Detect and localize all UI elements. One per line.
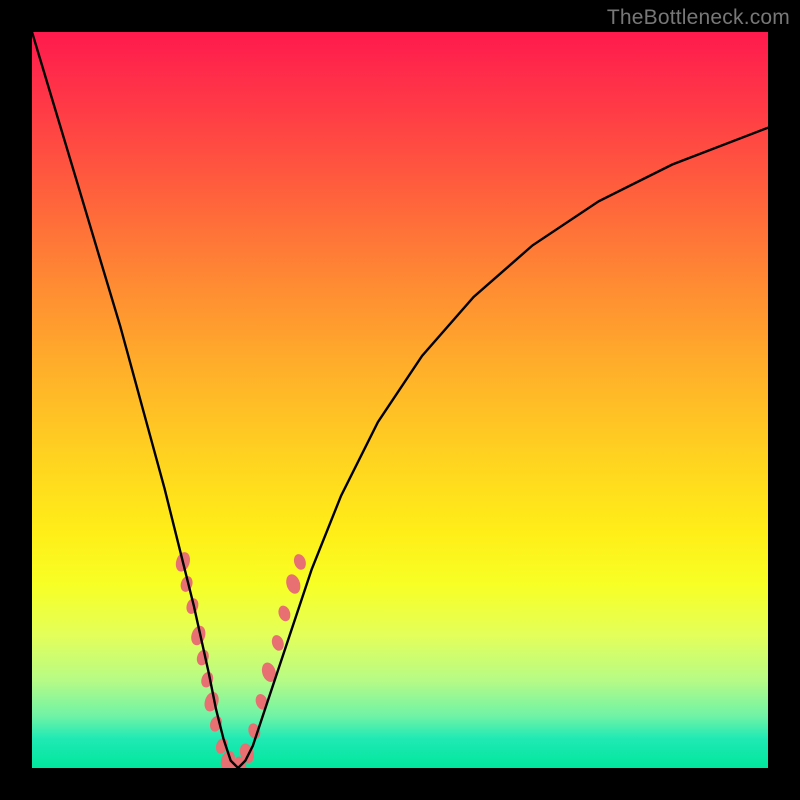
curve-marker <box>277 605 292 622</box>
curve-marker <box>284 573 302 595</box>
watermark-text: TheBottleneck.com <box>607 6 790 30</box>
plot-area <box>32 32 768 768</box>
chart-frame: TheBottleneck.com <box>0 0 800 800</box>
curve-marker <box>203 691 221 713</box>
curve-marker <box>271 634 286 651</box>
curve-svg <box>32 32 768 768</box>
markers-group <box>174 551 307 768</box>
curve-marker <box>293 553 308 570</box>
bottleneck-curve <box>32 32 768 768</box>
